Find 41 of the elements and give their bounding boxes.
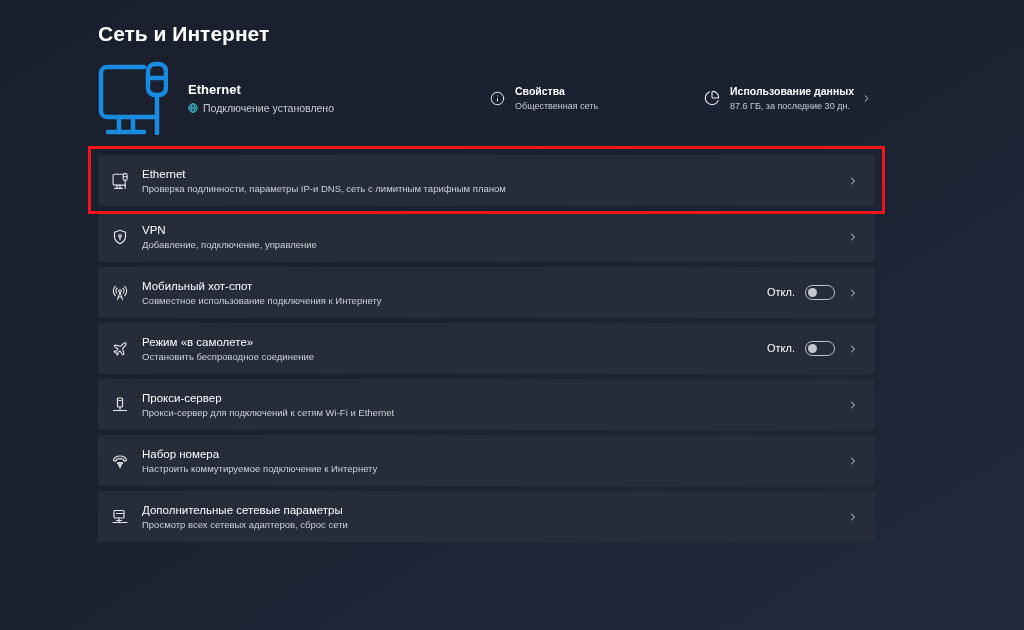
card-subtitle: Настроить коммутируемое подключение к Интернету: [142, 461, 379, 475]
card-title: Прокси-сервер: [142, 390, 223, 406]
monitor-plug-icon: [98, 61, 168, 135]
toggle-state-label: Откл.: [767, 341, 795, 357]
properties-title[interactable]: Свойства: [515, 84, 599, 98]
properties-subtitle: Общественная сеть: [515, 100, 599, 112]
settings-card[interactable]: Дополнительные сетевые параметры Просмотр всех сетевых адаптеров, сброс сети: [98, 491, 875, 542]
settings-card[interactable]: VPN Добавление, подключение, управление: [98, 211, 875, 262]
pie-chart-icon: [704, 90, 720, 106]
info-icon: [490, 90, 505, 106]
card-title: VPN: [142, 222, 167, 238]
page-title: Сеть и Интернет: [98, 21, 271, 47]
settings-card[interactable]: Ethernet Проверка подлинности, параметры IP-и DNS, сеть с лимитным тарифным планом: [98, 155, 875, 206]
connection-status: Подключение установлено: [203, 101, 334, 115]
radio-tower-icon: [112, 284, 128, 301]
card-subtitle: Просмотр всех сетевых адаптеров, сброс сети: [142, 517, 349, 531]
phone-dots-icon: [112, 452, 128, 469]
settings-card[interactable]: Набор номера Настроить коммутируемое подключение к Интернету: [98, 435, 875, 486]
card-title: Мобильный хот-спот: [142, 278, 254, 294]
airplane-icon: [112, 340, 128, 357]
computer-network-icon: [112, 508, 128, 525]
settings-card[interactable]: Режим «в самолете» Остановить беспроводное соединение Откл.: [98, 323, 875, 374]
settings-card[interactable]: Прокси-сервер Прокси-сервер для подключений к сетям Wi-Fi и Ethernet: [98, 379, 875, 430]
data-usage-subtitle: 87.6 ГБ, за последние 30 дн.: [730, 100, 851, 112]
card-subtitle: Остановить беспроводное соединение: [142, 349, 315, 363]
card-title: Набор номера: [142, 446, 221, 462]
monitor-plug-icon: [112, 172, 128, 189]
card-subtitle: Добавление, подключение, управление: [142, 237, 318, 251]
card-title: Режим «в самолете»: [142, 334, 255, 350]
data-usage-title[interactable]: Использование данных: [730, 84, 855, 98]
card-subtitle: Совместное использование подключения к Интернету: [142, 293, 383, 307]
card-subtitle: Проверка подлинности, параметры IP-и DNS, сеть с лимитным тарифным планом: [142, 181, 507, 195]
card-subtitle: Прокси-сервер для подключений к сетям Wi-Fi и Ethernet: [142, 405, 396, 419]
toggle-state-label: Откл.: [767, 285, 795, 301]
card-title: Дополнительные сетевые параметры: [142, 502, 344, 518]
globe-icon: [188, 103, 198, 113]
connection-name: Ethernet: [188, 81, 242, 98]
shield-keyhole-icon: [112, 228, 128, 245]
card-title: Ethernet: [142, 166, 187, 182]
device-stand-icon: [112, 396, 128, 413]
settings-card[interactable]: Мобильный хот-спот Совместное использование подключения к Интернету Откл.: [98, 267, 875, 318]
